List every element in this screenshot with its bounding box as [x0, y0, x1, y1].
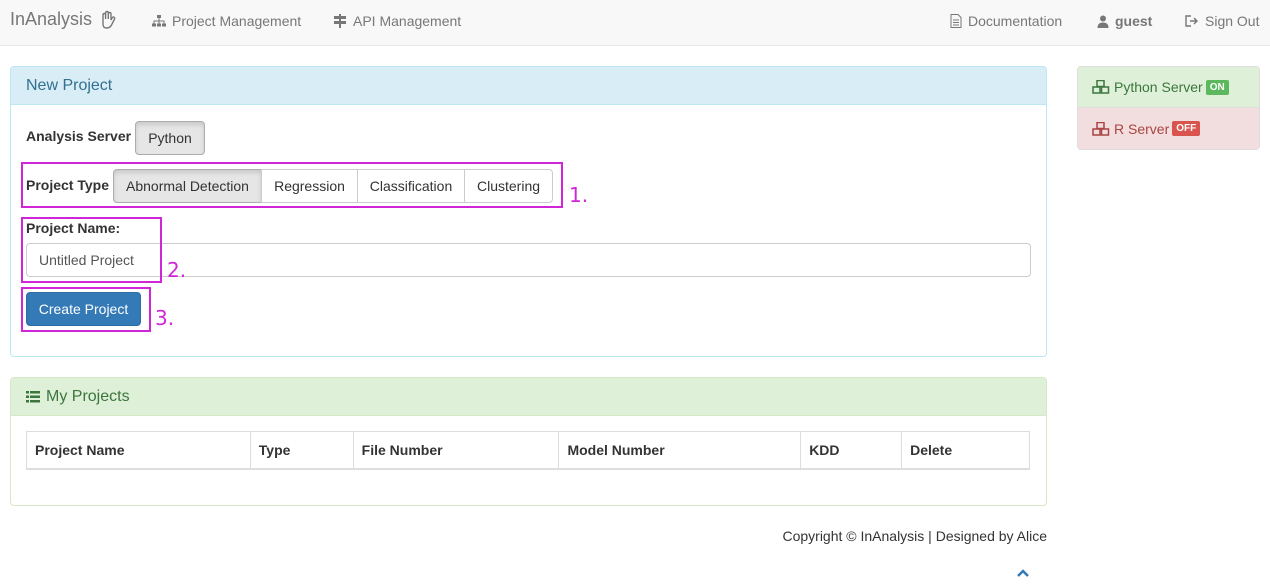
column-header[interactable]: Type	[249, 431, 354, 470]
chevron-up-icon[interactable]	[1016, 568, 1030, 578]
cubes-icon	[1092, 80, 1110, 94]
annotation-number-2: 2.	[167, 258, 187, 282]
brand[interactable]: InAnalysis	[10, 9, 118, 30]
nav-sign-out[interactable]: Sign Out	[1185, 13, 1259, 29]
panel-title: My Projects	[46, 387, 130, 405]
brand-name: InAnalysis	[10, 9, 93, 29]
sitemap-icon	[152, 15, 166, 27]
highlight-box-project-type	[21, 162, 563, 208]
file-icon	[950, 14, 962, 28]
nav-user[interactable]: guest	[1097, 13, 1152, 29]
server-label: R Server	[1114, 120, 1170, 137]
python-server-status[interactable]: Python Server ON	[1078, 67, 1259, 108]
signpost-icon	[334, 14, 346, 28]
server-label: Python Server	[1114, 79, 1203, 95]
hand-icon	[102, 10, 116, 29]
sign-out-icon	[1185, 15, 1198, 27]
annotation-number-1: 1.	[569, 183, 589, 207]
nav-label: Project Management	[172, 13, 302, 29]
nav-label: Sign Out	[1205, 13, 1260, 29]
server-status-panel: Python Server ON R Server OFF	[1077, 66, 1260, 150]
list-icon	[26, 390, 40, 402]
column-header[interactable]: KDD	[800, 431, 903, 470]
panel-heading: My Projects	[11, 378, 1046, 416]
panel-title: New Project	[11, 67, 1046, 105]
top-navbar: InAnalysis Project Management API Manage…	[0, 0, 1270, 46]
nav-api-management[interactable]: API Management	[333, 13, 461, 29]
status-badge-on: ON	[1205, 79, 1229, 95]
nav-label: API Management	[353, 13, 462, 29]
nav-label: guest	[1115, 13, 1153, 29]
nav-project-management[interactable]: Project Management	[152, 13, 301, 29]
cubes-icon	[1092, 121, 1110, 136]
status-badge-off: OFF	[1172, 121, 1201, 136]
column-header[interactable]: Project Name	[26, 431, 251, 470]
table-header-row: Project Name Type File Number Model Numb…	[26, 431, 1030, 470]
r-server-status[interactable]: R Server OFF	[1078, 108, 1259, 149]
analysis-server-label: Analysis Server	[26, 128, 132, 144]
highlight-box-project-name	[21, 217, 162, 283]
python-server-button[interactable]: Python	[135, 121, 205, 155]
nav-documentation[interactable]: Documentation	[950, 13, 1062, 29]
user-icon	[1097, 15, 1109, 28]
projects-table: Project Name Type File Number Model Numb…	[26, 431, 1030, 470]
highlight-box-create-project	[21, 287, 151, 332]
column-header[interactable]: File Number	[352, 431, 560, 470]
annotation-number-3: 3.	[155, 306, 175, 330]
nav-label: Documentation	[968, 13, 1063, 29]
column-header[interactable]: Delete	[901, 431, 1030, 470]
column-header[interactable]: Model Number	[558, 431, 802, 470]
footer-copyright: Copyright © InAnalysis | Designed by Ali…	[782, 528, 1047, 544]
